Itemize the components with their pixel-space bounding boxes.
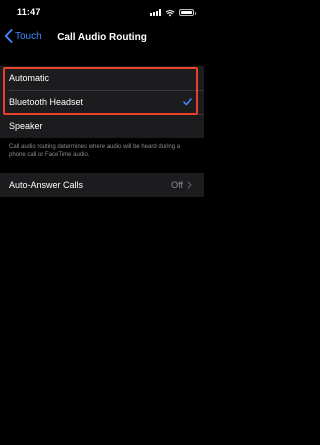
option-bluetooth-headset[interactable]: Bluetooth Headset (0, 90, 204, 114)
page-title: Call Audio Routing (57, 32, 147, 43)
auto-answer-value: Off (171, 180, 183, 190)
navigation-bar: Touch Call Audio Routing (0, 26, 204, 50)
chevron-right-icon (187, 181, 192, 189)
option-automatic[interactable]: Automatic (0, 66, 204, 90)
option-bluetooth-headset-label: Bluetooth Headset (9, 97, 84, 107)
cellular-signal-icon (150, 9, 161, 16)
auto-answer-group: Auto-Answer Calls Off (0, 173, 204, 197)
auto-answer-calls-row[interactable]: Auto-Answer Calls Off (0, 173, 204, 197)
auto-answer-calls-label: Auto-Answer Calls (9, 180, 84, 190)
option-automatic-label: Automatic (9, 73, 50, 83)
wifi-icon (165, 9, 175, 16)
auto-answer-accessory: Off (171, 180, 192, 190)
battery-icon (179, 9, 196, 16)
option-speaker-label: Speaker (9, 121, 43, 131)
status-icons (150, 8, 196, 17)
routing-footer-note: Call audio routing determines where audi… (9, 144, 181, 158)
status-bar: 11:47 (0, 0, 204, 26)
checkmark-icon (183, 98, 192, 106)
status-time: 11:47 (17, 7, 41, 17)
audio-routing-group: Automatic Bluetooth Headset Speaker (0, 66, 204, 138)
option-speaker[interactable]: Speaker (0, 114, 204, 138)
